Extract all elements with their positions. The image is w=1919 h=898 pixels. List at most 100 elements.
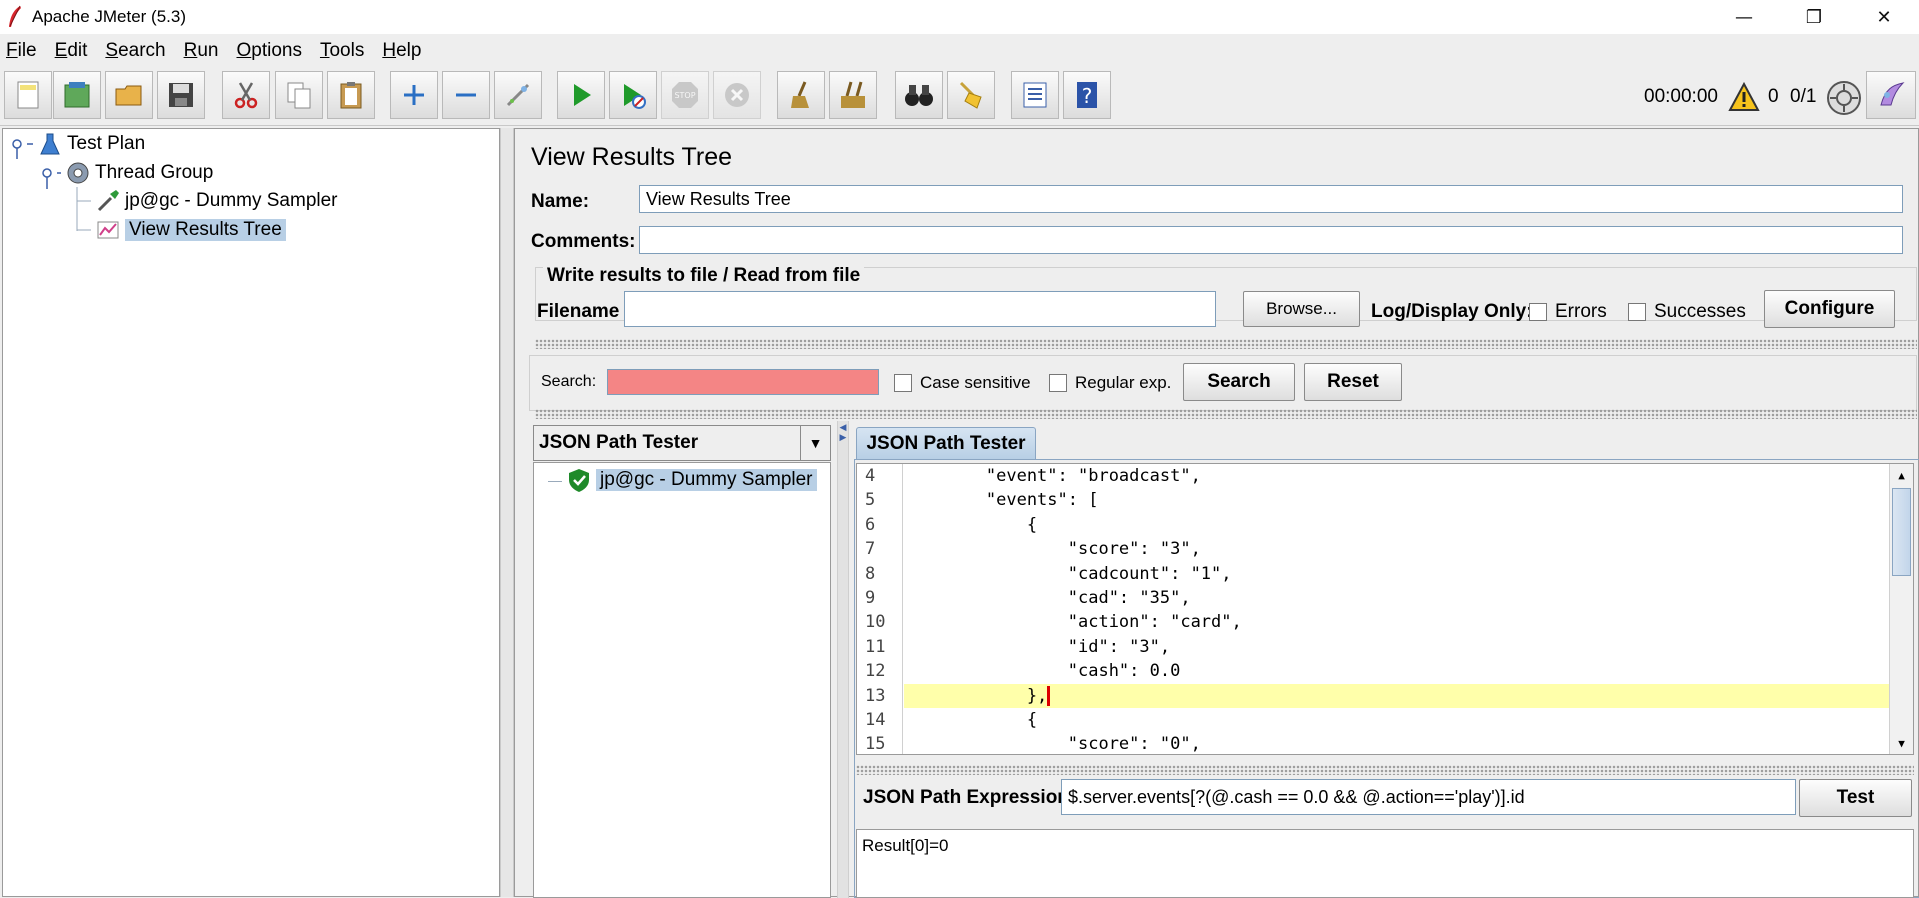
minimize-button[interactable]: — bbox=[1709, 0, 1779, 34]
line-number: 6 bbox=[865, 514, 876, 535]
splitter-arrows-icon[interactable]: ◀ ▶ bbox=[838, 423, 848, 443]
sample-results-list[interactable]: jp@gc - Dummy Sampler bbox=[533, 462, 831, 898]
expand-button[interactable] bbox=[390, 71, 438, 119]
toggle-button[interactable] bbox=[494, 71, 542, 119]
test-plan-tree[interactable]: Test Plan Thread Group jp@gc - Dummy Sam… bbox=[2, 128, 500, 897]
copy-button[interactable] bbox=[275, 71, 323, 119]
menu-help[interactable]: Help bbox=[382, 40, 421, 62]
code-line[interactable]: 10 "action": "card", bbox=[857, 610, 1891, 634]
result-item-dummy-sampler[interactable]: jp@gc - Dummy Sampler bbox=[566, 467, 817, 493]
name-field[interactable]: View Results Tree bbox=[639, 185, 1903, 213]
code-line[interactable]: 11 "id": "3", bbox=[857, 635, 1891, 659]
clear-button[interactable] bbox=[777, 71, 825, 119]
search-tree-button[interactable] bbox=[895, 71, 943, 119]
stop-button[interactable]: STOP bbox=[661, 71, 709, 119]
function-helper-button[interactable] bbox=[1011, 71, 1059, 119]
split-divider-1[interactable] bbox=[535, 339, 1917, 349]
search-button[interactable]: Search bbox=[1183, 363, 1295, 401]
dropdown-arrow-icon[interactable]: ▼ bbox=[800, 426, 830, 460]
filename-label: Filename bbox=[537, 301, 620, 322]
line-number: 7 bbox=[865, 539, 876, 560]
code-line[interactable]: 6 { bbox=[857, 513, 1891, 537]
binoculars-icon bbox=[905, 85, 933, 106]
scissors-icon bbox=[234, 82, 258, 109]
code-line[interactable]: 5 "events": [ bbox=[857, 488, 1891, 512]
menu-options[interactable]: Options bbox=[236, 40, 301, 62]
sampler-pipette-icon bbox=[97, 190, 119, 212]
code-line[interactable]: 13 }, bbox=[857, 683, 1891, 708]
code-line[interactable]: 15 "score": "0", bbox=[857, 732, 1891, 754]
case-sensitive-checkbox[interactable]: Case sensitive bbox=[894, 373, 1031, 393]
menu-edit[interactable]: Edit bbox=[55, 40, 88, 62]
tree-node-dummy-sampler[interactable]: jp@gc - Dummy Sampler bbox=[95, 188, 338, 214]
reset-search-button[interactable] bbox=[947, 71, 995, 119]
test-button[interactable]: Test bbox=[1799, 779, 1912, 817]
line-number: 8 bbox=[865, 563, 876, 584]
results-splitter[interactable]: ◀ ▶ bbox=[837, 421, 849, 898]
json-path-expression-field[interactable]: $.server.events[?(@.cash == 0.0 && @.act… bbox=[1061, 779, 1796, 815]
code-line[interactable]: 8 "cadcount": "1", bbox=[857, 562, 1891, 586]
response-editor[interactable]: 4 "event": "broadcast", 5 "events": [6 {7… bbox=[856, 463, 1914, 755]
successes-checkbox-box[interactable] bbox=[1628, 303, 1646, 321]
tree-node-thread-group[interactable]: Thread Group bbox=[65, 160, 213, 186]
code-line[interactable]: 4 "event": "broadcast", bbox=[857, 464, 1891, 488]
line-number: 5 bbox=[865, 490, 876, 511]
help-button[interactable]: ? bbox=[1063, 71, 1111, 119]
close-button[interactable]: ✕ bbox=[1849, 0, 1919, 34]
menu-tools[interactable]: Tools bbox=[320, 40, 364, 62]
regular-exp-box[interactable] bbox=[1049, 374, 1067, 392]
collapse-button[interactable] bbox=[442, 71, 490, 119]
start-no-pauses-button[interactable] bbox=[609, 71, 657, 119]
open-folder-icon bbox=[115, 85, 142, 106]
tree-label-thread-group: Thread Group bbox=[95, 162, 214, 183]
filename-field[interactable] bbox=[624, 291, 1216, 327]
line-number: 11 bbox=[865, 636, 886, 657]
tree-node-test-plan[interactable]: Test Plan bbox=[37, 131, 145, 157]
scroll-down-icon[interactable]: ▼ bbox=[1890, 732, 1913, 754]
scroll-up-icon[interactable]: ▲ bbox=[1890, 464, 1913, 486]
tab-json-path-tester[interactable]: JSON Path Tester bbox=[856, 427, 1036, 459]
split-divider-3[interactable] bbox=[856, 765, 1914, 775]
code-line[interactable]: 14 { bbox=[857, 708, 1891, 732]
menu-search[interactable]: Search bbox=[105, 40, 165, 62]
errors-checkbox[interactable]: Errors bbox=[1529, 301, 1607, 323]
shutdown-button[interactable] bbox=[713, 71, 761, 119]
search-label: Search: bbox=[541, 373, 597, 390]
comments-field[interactable] bbox=[639, 226, 1903, 254]
menu-file[interactable]: File bbox=[6, 40, 37, 62]
code-line[interactable]: 7 "score": "3", bbox=[857, 537, 1891, 561]
new-button[interactable] bbox=[4, 71, 52, 119]
templates-button[interactable] bbox=[53, 71, 101, 119]
scroll-thumb[interactable] bbox=[1892, 488, 1911, 576]
code-text: "cadcount": "1", bbox=[904, 563, 1232, 584]
renderer-dropdown[interactable]: JSON Path Tester ▼ bbox=[533, 425, 831, 461]
tree-node-view-results-tree[interactable]: View Results Tree bbox=[95, 217, 286, 243]
json-path-result[interactable]: Result[0]=0 bbox=[856, 829, 1914, 898]
code-line[interactable]: 9 "cad": "35", bbox=[857, 586, 1891, 610]
paste-button[interactable] bbox=[327, 71, 375, 119]
regular-exp-checkbox[interactable]: Regular exp. bbox=[1049, 373, 1171, 393]
open-button[interactable] bbox=[105, 71, 153, 119]
search-field[interactable] bbox=[607, 369, 879, 395]
editor-scrollbar[interactable]: ▲ ▼ bbox=[1889, 464, 1913, 754]
code-text: "cash": 0.0 bbox=[904, 661, 1181, 682]
split-divider-2[interactable] bbox=[535, 409, 1917, 419]
errors-checkbox-box[interactable] bbox=[1529, 303, 1547, 321]
cut-button[interactable] bbox=[222, 71, 270, 119]
warning-icon[interactable] bbox=[1728, 82, 1760, 112]
reset-button[interactable]: Reset bbox=[1304, 363, 1402, 401]
new-document-icon bbox=[17, 81, 39, 109]
menu-run[interactable]: Run bbox=[184, 40, 219, 62]
case-sensitive-box[interactable] bbox=[894, 374, 912, 392]
start-button[interactable] bbox=[557, 71, 605, 119]
browse-button[interactable]: Browse... bbox=[1243, 291, 1360, 327]
code-text: "action": "card", bbox=[904, 612, 1242, 633]
code-line[interactable]: 12 "cash": 0.0 bbox=[857, 659, 1891, 683]
main-splitter[interactable] bbox=[500, 128, 514, 897]
configure-button[interactable]: Configure bbox=[1764, 290, 1895, 328]
log-viewer-button[interactable] bbox=[1866, 71, 1916, 119]
successes-checkbox[interactable]: Successes bbox=[1628, 301, 1746, 323]
save-button[interactable] bbox=[157, 71, 205, 119]
clear-all-button[interactable] bbox=[829, 71, 877, 119]
restore-button[interactable]: ❐ bbox=[1779, 0, 1849, 34]
